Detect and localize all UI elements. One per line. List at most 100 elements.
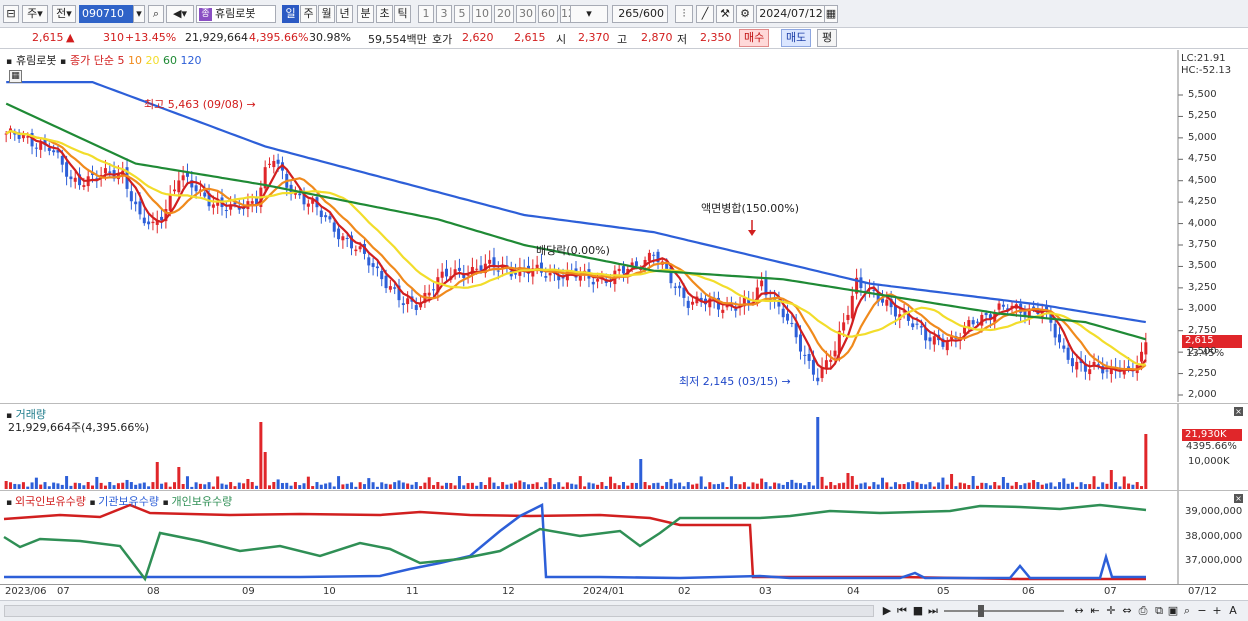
volume-bar <box>449 483 453 489</box>
volume-bar <box>276 479 280 489</box>
chart-type-icon[interactable]: ⫶ <box>675 5 693 23</box>
compress-icon[interactable]: ⇤ <box>1088 604 1102 618</box>
calendar-icon[interactable]: ▦ <box>824 5 838 23</box>
volume-bar <box>1062 478 1066 489</box>
volume-chart[interactable] <box>0 404 1248 490</box>
magnify-icon[interactable]: ⌕ <box>1180 604 1194 618</box>
period-select[interactable]: 주▾ <box>22 5 48 23</box>
volume-bar <box>975 485 979 489</box>
scroll-track[interactable] <box>4 605 874 617</box>
candle-body <box>393 287 397 289</box>
close-panel-icon[interactable]: × <box>1234 407 1243 416</box>
volume-bar <box>742 482 746 489</box>
volume-bar <box>505 484 509 489</box>
period-button-3[interactable]: 년 <box>336 5 353 23</box>
candle-body <box>621 266 625 274</box>
volume-bar <box>302 483 306 489</box>
interval-button-20[interactable]: 20 <box>494 5 514 23</box>
candle-body <box>842 322 846 331</box>
candle-body <box>997 303 1001 310</box>
volume-bar <box>427 477 431 489</box>
candle-body <box>47 147 51 151</box>
search-icon[interactable]: ⌕ <box>148 5 164 23</box>
holdings-legend-0: 외국인보유수량 <box>14 495 90 508</box>
jeon-select[interactable]: 전▾ <box>52 5 76 23</box>
period-button-5[interactable]: 초 <box>376 5 393 23</box>
volume-bar <box>78 483 82 489</box>
interval-button-60[interactable]: 60 <box>538 5 558 23</box>
candle-body <box>173 189 177 192</box>
candle-body <box>885 299 889 306</box>
zoom-slider[interactable] <box>944 610 1064 612</box>
axis-icon[interactable]: ↔ <box>1072 604 1086 618</box>
stop-icon[interactable]: ■ <box>911 604 925 618</box>
buy-button[interactable]: 매수 <box>739 29 770 47</box>
interval-button-5[interactable]: 5 <box>454 5 470 23</box>
rewind-icon[interactable]: ⏮ <box>895 604 909 618</box>
crosshair-icon[interactable]: ✛ <box>1104 604 1118 618</box>
volume-bar <box>712 484 716 489</box>
price-y-tick: 3,750 <box>1188 239 1217 250</box>
date-input[interactable]: 2024/07/12 <box>756 5 826 23</box>
fast-forward-icon[interactable]: ⏭ <box>926 604 940 618</box>
eval-button[interactable]: 평 <box>817 29 838 47</box>
stock-code-input[interactable]: 090710 <box>79 5 133 23</box>
capture-icon[interactable]: ▣ <box>1166 604 1180 618</box>
volume-bar <box>1019 485 1023 489</box>
print-icon[interactable]: ⎙ <box>1136 604 1150 618</box>
close-panel-icon[interactable]: × <box>1234 494 1243 503</box>
volume-bar <box>574 484 578 489</box>
candle-body <box>984 312 988 316</box>
interval-button-3[interactable]: 3 <box>436 5 452 23</box>
interval-button-30[interactable]: 30 <box>516 5 536 23</box>
volume-bar <box>945 484 949 489</box>
window-menu-icon[interactable]: ⊟ <box>3 5 19 23</box>
scroll-right-icon[interactable]: ▶ <box>880 604 894 618</box>
period-button-1[interactable]: 주 <box>300 5 317 23</box>
volume-value: 21,929,664 <box>185 31 248 44</box>
ask-price: 2,620 <box>462 31 494 44</box>
interval-button-10[interactable]: 10 <box>472 5 492 23</box>
volume-bar <box>267 485 271 489</box>
code-dropdown-icon[interactable]: ▾ <box>133 5 145 23</box>
candle-body <box>1066 347 1070 360</box>
draw-line-icon[interactable]: ╱ <box>696 5 714 23</box>
candle-body <box>380 270 384 280</box>
volume-bar <box>393 482 397 489</box>
sell-button[interactable]: 매도 <box>781 29 812 47</box>
period-button-4[interactable]: 분 <box>357 5 374 23</box>
table-toggle-icon[interactable]: ▦ <box>9 70 22 83</box>
candle-body <box>678 285 682 289</box>
price-y-tick: 2,000 <box>1188 389 1217 400</box>
font-size-icon[interactable]: A <box>1226 604 1240 618</box>
speaker-icon[interactable]: ◀▾ <box>166 5 194 23</box>
x-axis-label: 08 <box>147 586 160 597</box>
candle-body <box>432 289 436 291</box>
settings-gear-icon[interactable]: ⚙ <box>736 5 754 23</box>
volume-bar <box>1144 434 1148 489</box>
zoom-in-icon[interactable]: + <box>1210 604 1224 618</box>
candle-body <box>345 237 349 239</box>
count-field[interactable]: 265/600 <box>612 5 668 23</box>
price-y-tick: 2,500 <box>1188 346 1217 358</box>
volume-bar <box>440 485 444 489</box>
expand-icon[interactable]: ⇔ <box>1120 604 1134 618</box>
stock-name-field[interactable]: 종 휴림로봇 <box>196 5 276 23</box>
period-button-6[interactable]: 틱 <box>394 5 411 23</box>
candle-body <box>406 298 410 305</box>
copy-icon[interactable]: ⧉ <box>1152 604 1166 618</box>
ma-legend-20: 20 <box>141 54 160 67</box>
volume-bar <box>820 476 824 489</box>
interval-button-1[interactable]: 1 <box>418 5 434 23</box>
volume-bar <box>388 484 392 489</box>
volume-bar <box>125 479 129 489</box>
zoom-slider-handle[interactable] <box>978 605 984 617</box>
period-button-2[interactable]: 월 <box>318 5 335 23</box>
blank-select[interactable]: ▾ <box>570 5 608 23</box>
tools-icon[interactable]: ⚒ <box>716 5 734 23</box>
candle-body <box>181 175 185 181</box>
period-button-0[interactable]: 일 <box>282 5 299 23</box>
candle-body <box>52 150 56 153</box>
zoom-out-icon[interactable]: − <box>1195 604 1209 618</box>
volume-bar <box>1105 483 1109 489</box>
